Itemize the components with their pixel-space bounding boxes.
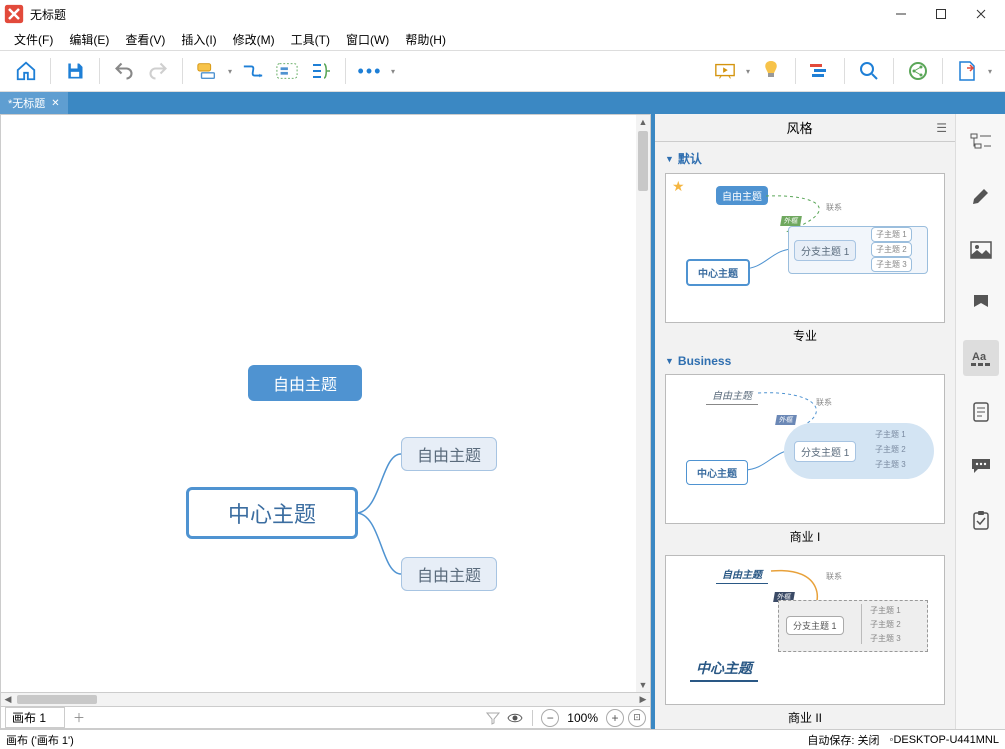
menu-insert[interactable]: 插入(I) [173, 29, 224, 50]
center-topic-node[interactable]: 中心主题 [186, 487, 358, 539]
zoom-fit-button[interactable]: ⊡ [628, 709, 646, 727]
section-business[interactable]: ▼Business [665, 354, 945, 368]
tab-label: *无标题 [8, 95, 45, 111]
side-rail: Aa [955, 114, 1005, 729]
menu-help[interactable]: 帮助(H) [397, 29, 454, 50]
summary-button[interactable] [305, 55, 337, 87]
topic-button[interactable] [191, 55, 223, 87]
status-left: 画布 ('画布 1') [6, 732, 74, 748]
presentation-button[interactable] [709, 55, 741, 87]
status-host: DESKTOP-U441MNL [893, 734, 999, 746]
outline-icon[interactable] [963, 124, 999, 160]
star-icon: ★ [672, 178, 685, 195]
format-icon[interactable] [963, 178, 999, 214]
panel-menu-icon[interactable]: ☰ [936, 121, 947, 135]
app-logo-icon [4, 4, 24, 24]
boundary-button[interactable] [271, 55, 303, 87]
redo-button[interactable] [142, 55, 174, 87]
close-button[interactable] [961, 0, 1001, 28]
topic-dropdown[interactable]: ▾ [225, 67, 235, 76]
add-sheet-button[interactable]: ＋ [69, 709, 89, 726]
more-dropdown[interactable]: ▾ [388, 67, 398, 76]
style-panel: 风格 ☰ ▼默认 ★ 自由主题 联系 外框 分支主题 1 [655, 114, 955, 729]
toolbar: ▾ ••• ▾ ▾ ▾ [0, 50, 1005, 92]
filter-icon[interactable] [484, 709, 502, 727]
menu-edit[interactable]: 编辑(E) [61, 29, 117, 50]
canvas-footer: 画布 1 ＋ − 100% + ⊡ [0, 707, 651, 729]
brainstorm-button[interactable] [755, 55, 787, 87]
section-default[interactable]: ▼默认 [665, 150, 945, 167]
thumb-label: 专业 [665, 327, 945, 344]
eye-icon[interactable] [506, 709, 524, 727]
status-autosave: 自动保存: 关闭 [807, 732, 879, 748]
free-topic-node-2[interactable]: 自由主题 [401, 557, 497, 591]
free-topic-node-1[interactable]: 自由主题 [401, 437, 497, 471]
document-tabs: *无标题 ✕ [0, 92, 1005, 114]
tab-close-icon[interactable]: ✕ [51, 98, 59, 109]
document-tab[interactable]: *无标题 ✕ [0, 92, 68, 114]
thumb-label: 商业 I [665, 528, 945, 545]
menu-view[interactable]: 查看(V) [117, 29, 173, 50]
presentation-dropdown[interactable]: ▾ [743, 67, 753, 76]
more-button[interactable]: ••• [354, 55, 386, 87]
theme-icon[interactable]: Aa [963, 340, 999, 376]
maximize-button[interactable] [921, 0, 961, 28]
status-bar: 画布 ('画布 1') 自动保存: 关闭 ◦ DESKTOP-U441MNL [0, 729, 1005, 749]
marker-icon[interactable] [963, 286, 999, 322]
zoom-out-button[interactable]: − [541, 709, 559, 727]
menu-file[interactable]: 文件(F) [6, 29, 61, 50]
menu-window[interactable]: 窗口(W) [338, 29, 397, 50]
menu-tools[interactable]: 工具(T) [283, 29, 338, 50]
sheet-name-input[interactable]: 画布 1 [5, 707, 65, 728]
home-button[interactable] [10, 55, 42, 87]
zoom-level[interactable]: 100% [563, 711, 602, 725]
svg-text:Aa: Aa [972, 351, 987, 363]
save-button[interactable] [59, 55, 91, 87]
task-icon[interactable] [963, 502, 999, 538]
style-thumb-professional[interactable]: ★ 自由主题 联系 外框 分支主题 1 子主题 1 子主题 2 子主题 3 中心… [665, 173, 945, 323]
window-title: 无标题 [30, 6, 881, 23]
image-icon[interactable] [963, 232, 999, 268]
export-button[interactable] [951, 55, 983, 87]
zoom-in-button[interactable]: + [606, 709, 624, 727]
share-button[interactable] [902, 55, 934, 87]
title-bar: 无标题 [0, 0, 1005, 28]
menu-bar: 文件(F) 编辑(E) 查看(V) 插入(I) 修改(M) 工具(T) 窗口(W… [0, 28, 1005, 50]
horizontal-scrollbar[interactable]: ◀▶ [0, 693, 651, 707]
panel-title: 风格 [663, 118, 936, 137]
comments-icon[interactable] [963, 448, 999, 484]
menu-modify[interactable]: 修改(M) [225, 29, 283, 50]
undo-button[interactable] [108, 55, 140, 87]
style-thumb-business-2[interactable]: 自由主题 联系 外框 分支主题 1 子主题 1 子主题 2 子主题 3 中心主题 [665, 555, 945, 705]
minimize-button[interactable] [881, 0, 921, 28]
thumb-label: 商业 II [665, 709, 945, 726]
style-thumb-business-1[interactable]: 自由主题 联系 外框 分支主题 1 子主题 1 子主题 2 子主题 3 中心主题 [665, 374, 945, 524]
vertical-scrollbar[interactable]: ▲▼ [636, 115, 650, 692]
canvas-area[interactable]: 自由主题 中心主题 自由主题 自由主题 ▲▼ [0, 114, 651, 693]
export-dropdown[interactable]: ▾ [985, 67, 995, 76]
search-button[interactable] [853, 55, 885, 87]
relationship-button[interactable] [237, 55, 269, 87]
free-topic-node[interactable]: 自由主题 [248, 365, 362, 401]
gantt-button[interactable] [804, 55, 836, 87]
notes-icon[interactable] [963, 394, 999, 430]
